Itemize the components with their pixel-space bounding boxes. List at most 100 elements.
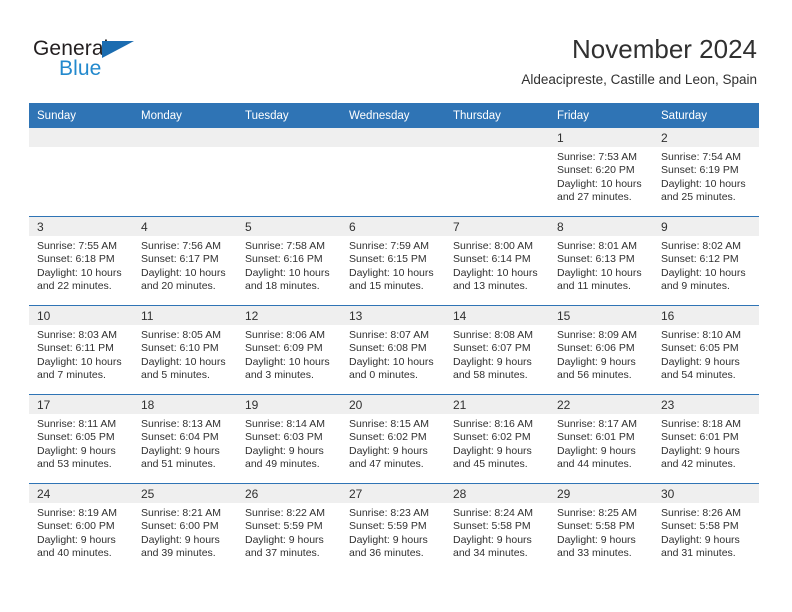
calendar-day-cell[interactable]: 12 Sunrise: 8:06 AM Sunset: 6:09 PM Dayligh…: [237, 305, 341, 395]
sunset-text: Sunset: 6:01 PM: [661, 431, 739, 444]
calendar-day-cell[interactable]: 5 Sunrise: 7:58 AM Sunset: 6:16 PM Daylight…: [237, 216, 341, 306]
sunrise-text: Sunrise: 8:14 AM: [245, 418, 325, 430]
daylight-text: Daylight: 10 hours and 9 minutes.: [661, 266, 746, 293]
daylight-text: Daylight: 10 hours and 0 minutes.: [349, 355, 434, 382]
day-number: 8: [549, 217, 653, 236]
sunrise-text: Sunrise: 8:11 AM: [37, 418, 117, 430]
calendar-day-cell[interactable]: 2 Sunrise: 7:54 AM Sunset: 6:19 PM Daylight…: [653, 128, 759, 217]
daylight-text: Daylight: 10 hours and 7 minutes.: [37, 355, 122, 382]
day-details: Sunrise: 8:25 AM Sunset: 5:58 PM Daylight:…: [549, 503, 653, 561]
calendar-day-cell[interactable]: 24 Sunrise: 8:19 AM Sunset: 6:00 PM Dayligh…: [29, 483, 133, 572]
sunrise-text: Sunrise: 7:53 AM: [557, 151, 637, 163]
page-header: General Blue November 2024 Aldeacipreste…: [0, 0, 792, 100]
daylight-text: Daylight: 9 hours and 51 minutes.: [141, 444, 220, 471]
calendar-day-cell[interactable]: 15 Sunrise: 8:09 AM Sunset: 6:06 PM Dayligh…: [549, 305, 653, 395]
calendar-day-cell[interactable]: 14 Sunrise: 8:08 AM Sunset: 6:07 PM Dayligh…: [445, 305, 549, 395]
sunset-text: Sunset: 6:13 PM: [557, 253, 635, 266]
daylight-text: Daylight: 9 hours and 34 minutes.: [453, 533, 532, 560]
sunrise-text: Sunrise: 8:07 AM: [349, 329, 429, 341]
calendar-day-cell[interactable]: 10 Sunrise: 8:03 AM Sunset: 6:11 PM Dayligh…: [29, 305, 133, 395]
daylight-text: Daylight: 9 hours and 49 minutes.: [245, 444, 324, 471]
sunset-text: Sunset: 5:58 PM: [557, 520, 635, 533]
calendar-day-cell[interactable]: 16 Sunrise: 8:10 AM Sunset: 6:05 PM Dayligh…: [653, 305, 759, 395]
sunrise-text: Sunrise: 8:15 AM: [349, 418, 429, 430]
sunrise-text: Sunrise: 8:08 AM: [453, 329, 533, 341]
sunset-text: Sunset: 6:01 PM: [557, 431, 635, 444]
calendar-day-cell[interactable]: 18 Sunrise: 8:13 AM Sunset: 6:04 PM Dayligh…: [133, 394, 237, 484]
calendar-empty-cell: [133, 128, 237, 217]
day-details: Sunrise: 7:53 AM Sunset: 6:20 PM Daylight:…: [549, 147, 653, 205]
calendar-empty-cell: [341, 128, 445, 217]
day-details: Sunrise: 8:10 AM Sunset: 6:05 PM Daylight:…: [653, 325, 759, 383]
sunrise-text: Sunrise: 8:16 AM: [453, 418, 533, 430]
day-details: Sunrise: 8:03 AM Sunset: 6:11 PM Daylight:…: [29, 325, 133, 383]
page-title: November 2024: [572, 34, 757, 64]
calendar-day-cell[interactable]: 29 Sunrise: 8:25 AM Sunset: 5:58 PM Dayligh…: [549, 483, 653, 572]
day-details: Sunrise: 8:06 AM Sunset: 6:09 PM Daylight:…: [237, 325, 341, 383]
sunrise-text: Sunrise: 7:56 AM: [141, 240, 221, 252]
daylight-text: Daylight: 9 hours and 42 minutes.: [661, 444, 740, 471]
daylight-text: Daylight: 10 hours and 18 minutes.: [245, 266, 330, 293]
calendar-day-cell[interactable]: 22 Sunrise: 8:17 AM Sunset: 6:01 PM Dayligh…: [549, 394, 653, 484]
calendar-day-cell[interactable]: 13 Sunrise: 8:07 AM Sunset: 6:08 PM Dayligh…: [341, 305, 445, 395]
day-number: 26: [237, 484, 341, 503]
calendar-empty-cell: [237, 128, 341, 217]
daylight-text: Daylight: 9 hours and 53 minutes.: [37, 444, 116, 471]
calendar-page: General Blue November 2024 Aldeacipreste…: [0, 0, 792, 612]
sunset-text: Sunset: 6:02 PM: [453, 431, 531, 444]
calendar-week-row: 10 Sunrise: 8:03 AM Sunset: 6:11 PM Dayligh…: [29, 305, 759, 395]
sunrise-text: Sunrise: 8:23 AM: [349, 507, 429, 519]
calendar-day-cell[interactable]: 21 Sunrise: 8:16 AM Sunset: 6:02 PM Dayligh…: [445, 394, 549, 484]
daylight-text: Daylight: 9 hours and 40 minutes.: [37, 533, 116, 560]
sunset-text: Sunset: 6:14 PM: [453, 253, 531, 266]
calendar-day-cell[interactable]: 25 Sunrise: 8:21 AM Sunset: 6:00 PM Dayligh…: [133, 483, 237, 572]
calendar-table: Sunday Monday Tuesday Wednesday Thursday…: [29, 103, 759, 572]
calendar-week-row: 1 Sunrise: 7:53 AM Sunset: 6:20 PM Daylight…: [29, 128, 759, 217]
day-details: Sunrise: 8:05 AM Sunset: 6:10 PM Daylight:…: [133, 325, 237, 383]
sunset-text: Sunset: 6:09 PM: [245, 342, 323, 355]
calendar-day-cell[interactable]: 26 Sunrise: 8:22 AM Sunset: 5:59 PM Dayligh…: [237, 483, 341, 572]
calendar-day-cell[interactable]: 30 Sunrise: 8:26 AM Sunset: 5:58 PM Dayligh…: [653, 483, 759, 572]
calendar-day-cell[interactable]: 23 Sunrise: 8:18 AM Sunset: 6:01 PM Dayligh…: [653, 394, 759, 484]
column-header-saturday: Saturday: [653, 103, 759, 128]
calendar-day-cell[interactable]: 28 Sunrise: 8:24 AM Sunset: 5:58 PM Dayligh…: [445, 483, 549, 572]
daylight-text: Daylight: 10 hours and 3 minutes.: [245, 355, 330, 382]
day-details: Sunrise: 8:17 AM Sunset: 6:01 PM Daylight:…: [549, 414, 653, 472]
general-blue-logo[interactable]: General Blue: [33, 38, 148, 82]
calendar-day-cell[interactable]: 8 Sunrise: 8:01 AM Sunset: 6:13 PM Daylight…: [549, 216, 653, 306]
day-number: 21: [445, 395, 549, 414]
day-number: 30: [653, 484, 759, 503]
column-header-wednesday: Wednesday: [341, 103, 445, 128]
calendar-day-cell[interactable]: 1 Sunrise: 7:53 AM Sunset: 6:20 PM Daylight…: [549, 128, 653, 217]
day-number: 5: [237, 217, 341, 236]
calendar-day-cell[interactable]: 17 Sunrise: 8:11 AM Sunset: 6:05 PM Dayligh…: [29, 394, 133, 484]
sunrise-text: Sunrise: 8:22 AM: [245, 507, 325, 519]
day-details: Sunrise: 8:02 AM Sunset: 6:12 PM Daylight:…: [653, 236, 759, 294]
day-details: Sunrise: 8:13 AM Sunset: 6:04 PM Daylight:…: [133, 414, 237, 472]
calendar-day-cell[interactable]: 9 Sunrise: 8:02 AM Sunset: 6:12 PM Daylight…: [653, 216, 759, 306]
calendar-day-cell[interactable]: 20 Sunrise: 8:15 AM Sunset: 6:02 PM Dayligh…: [341, 394, 445, 484]
calendar-day-cell[interactable]: 6 Sunrise: 7:59 AM Sunset: 6:15 PM Daylight…: [341, 216, 445, 306]
day-details: Sunrise: 8:07 AM Sunset: 6:08 PM Daylight:…: [341, 325, 445, 383]
calendar-empty-cell: [445, 128, 549, 217]
sunset-text: Sunset: 6:00 PM: [37, 520, 115, 533]
day-details: Sunrise: 8:08 AM Sunset: 6:07 PM Daylight:…: [445, 325, 549, 383]
day-details: Sunrise: 7:54 AM Sunset: 6:19 PM Daylight:…: [653, 147, 759, 205]
calendar-day-cell[interactable]: 11 Sunrise: 8:05 AM Sunset: 6:10 PM Dayligh…: [133, 305, 237, 395]
daylight-text: Daylight: 9 hours and 31 minutes.: [661, 533, 740, 560]
daylight-text: Daylight: 9 hours and 36 minutes.: [349, 533, 428, 560]
calendar-day-cell[interactable]: 3 Sunrise: 7:55 AM Sunset: 6:18 PM Daylight…: [29, 216, 133, 306]
daylight-text: Daylight: 10 hours and 27 minutes.: [557, 177, 642, 204]
calendar-day-cell[interactable]: 27 Sunrise: 8:23 AM Sunset: 5:59 PM Dayligh…: [341, 483, 445, 572]
day-details: Sunrise: 8:11 AM Sunset: 6:05 PM Daylight:…: [29, 414, 133, 472]
sunrise-text: Sunrise: 8:10 AM: [661, 329, 741, 341]
day-details: Sunrise: 8:23 AM Sunset: 5:59 PM Daylight:…: [341, 503, 445, 561]
sunrise-text: Sunrise: 8:00 AM: [453, 240, 533, 252]
sunrise-text: Sunrise: 8:26 AM: [661, 507, 741, 519]
calendar-day-cell[interactable]: 4 Sunrise: 7:56 AM Sunset: 6:17 PM Daylight…: [133, 216, 237, 306]
daylight-text: Daylight: 10 hours and 5 minutes.: [141, 355, 226, 382]
calendar-day-cell[interactable]: 7 Sunrise: 8:00 AM Sunset: 6:14 PM Daylight…: [445, 216, 549, 306]
day-details: Sunrise: 8:00 AM Sunset: 6:14 PM Daylight:…: [445, 236, 549, 294]
day-number: 4: [133, 217, 237, 236]
calendar-day-cell[interactable]: 19 Sunrise: 8:14 AM Sunset: 6:03 PM Dayligh…: [237, 394, 341, 484]
